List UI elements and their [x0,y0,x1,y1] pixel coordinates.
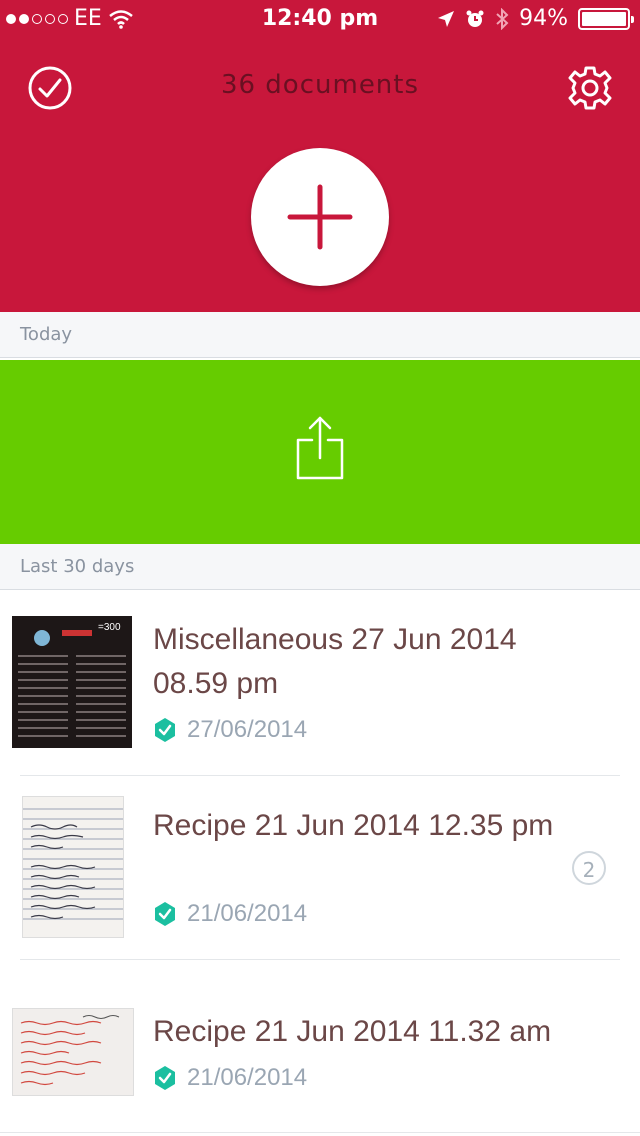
document-meta: 21/06/2014 [153,900,307,928]
verified-icon [155,718,175,742]
battery-percent: 94% [519,6,568,31]
document-row[interactable]: =300 Miscellaneous 27 Jun 2014 08.59 pm … [0,592,640,776]
document-meta: 21/06/2014 [153,1064,307,1092]
document-thumbnail [12,1008,134,1096]
row-divider [0,1132,640,1133]
page-count-badge: 2 [572,851,606,885]
svg-text:=300: =300 [98,622,121,633]
status-bar: EE 12:40 pm 94% [0,0,640,40]
share-icon[interactable] [294,414,346,482]
document-date: 27/06/2014 [187,716,308,743]
document-meta: 27/06/2014 [153,716,307,744]
section-header-today: Today [0,312,640,358]
document-thumbnail: =300 [12,616,132,748]
document-row[interactable]: Recipe 21 Jun 2014 12.35 pm 21/06/2014 2 [0,776,640,960]
app-header: EE 12:40 pm 94% 36 documents [0,0,640,312]
section-header-last30: Last 30 days [0,544,640,590]
verified-icon [155,902,175,926]
add-document-button[interactable] [251,148,389,286]
document-date: 21/06/2014 [187,1064,308,1091]
document-title: Recipe 21 Jun 2014 12.35 pm [153,809,554,842]
location-icon [438,10,455,27]
document-count-title: 36 documents [220,70,420,100]
document-date: 21/06/2014 [187,900,308,927]
plus-icon [287,184,353,250]
bluetooth-icon [496,7,509,30]
verified-icon [155,1066,175,1090]
document-title: Miscellaneous 27 Jun 2014 08.59 pm [153,623,517,700]
document-title: Recipe 21 Jun 2014 11.32 am [153,1015,552,1048]
document-row[interactable]: Recipe 21 Jun 2014 11.32 am 21/06/2014 [0,960,640,1136]
battery-icon [578,7,634,30]
alarm-icon [466,10,484,27]
settings-gear-button[interactable] [566,64,614,112]
document-thumbnail [22,796,124,938]
